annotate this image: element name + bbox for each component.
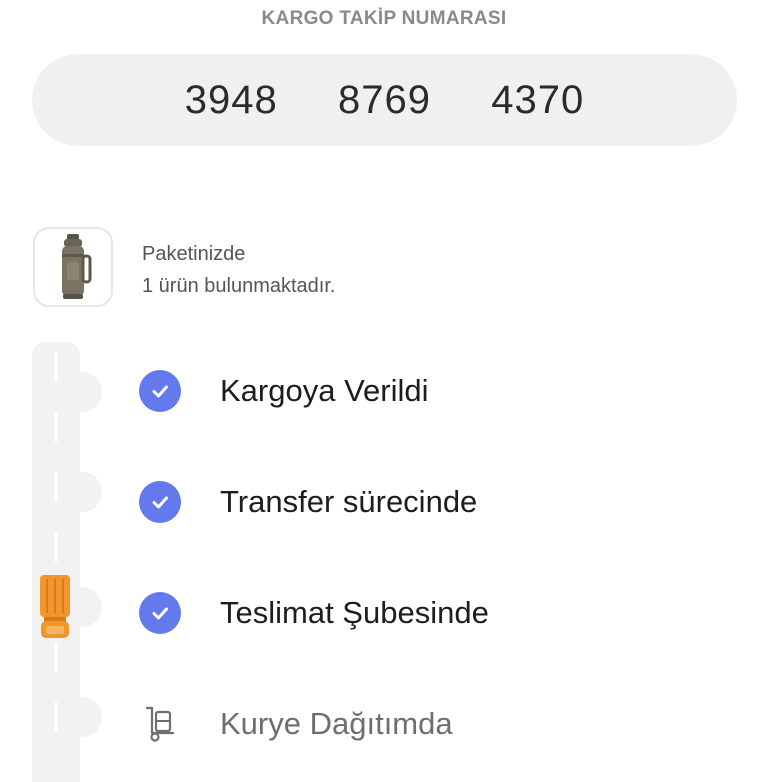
tracking-header-title: KARGO TAKİP NUMARASI (261, 8, 507, 29)
package-info: Paketinizde 1 ürün bulunmaktadır. (142, 238, 335, 302)
road-dash (54, 702, 58, 732)
road-dash (54, 642, 58, 672)
delivery-truck-icon (40, 575, 70, 638)
step-label: Teslimat Şubesinde (220, 595, 489, 630)
step-kargoya-verildi: Kargoya Verildi (138, 369, 429, 413)
package-info-line2: 1 ürün bulunmaktadır. (142, 275, 336, 297)
courier-dolly-icon (138, 702, 182, 746)
road-dash (54, 472, 58, 502)
step-transfer-surecinde: Transfer sürecinde (138, 480, 477, 524)
step-label: Kurye Dağıtımda (220, 706, 453, 741)
thermos-bottle-icon (62, 234, 92, 299)
step-label: Kargoya Verildi (220, 373, 429, 408)
check-circle-icon (138, 591, 182, 635)
package-info-line1: Paketinizde (142, 243, 246, 265)
step-label: Transfer sürecinde (220, 484, 478, 519)
road-dash (54, 412, 58, 442)
tracking-number: 3948 8769 4370 (184, 77, 585, 122)
road-dash (54, 352, 58, 382)
road-curve (72, 587, 102, 627)
road-dash (54, 532, 58, 562)
check-circle-icon (138, 369, 182, 413)
road-curve (72, 472, 102, 512)
step-kurye-dagitimda: Kurye Dağıtımda (138, 702, 453, 746)
road-curve (72, 697, 102, 737)
check-circle-icon (138, 480, 182, 524)
tracking-number-field[interactable]: 3948 8769 4370 (32, 54, 737, 146)
delivery-road-track (32, 342, 102, 782)
road-curve (72, 372, 102, 412)
step-teslimat-subesinde: Teslimat Şubesinde (138, 591, 489, 635)
product-thumbnail[interactable] (33, 227, 113, 307)
